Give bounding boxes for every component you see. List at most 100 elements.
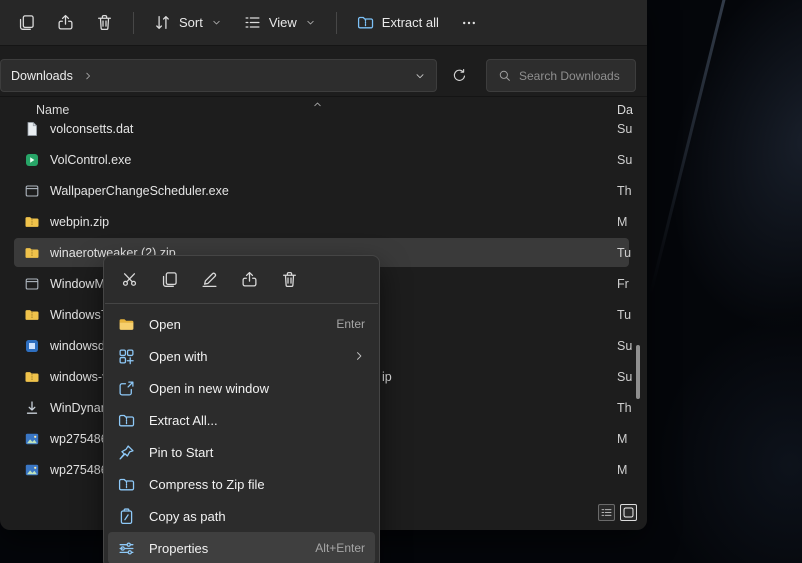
rename-button[interactable] — [190, 263, 228, 295]
address-bar[interactable]: Downloads — [0, 59, 437, 92]
sort-ascending-icon — [312, 99, 323, 110]
menu-item-label: Compress to Zip file — [149, 476, 265, 492]
file-row[interactable]: webpin.zip M — [0, 206, 647, 237]
zip-file-icon — [24, 214, 40, 230]
image-file-icon — [24, 431, 40, 447]
view-options-icon — [244, 14, 261, 31]
scrollbar[interactable] — [636, 345, 640, 399]
search-icon — [498, 69, 511, 82]
share-icon — [57, 14, 74, 31]
file-date-modified: Tu — [617, 307, 632, 322]
search-box[interactable]: Search Downloads — [486, 59, 636, 92]
compress-icon — [118, 476, 135, 493]
delete-icon — [281, 271, 298, 288]
pin-icon — [118, 444, 135, 461]
app-gray-file-icon — [24, 183, 40, 199]
file-row[interactable]: WallpaperChangeScheduler.exe Th — [0, 175, 647, 206]
menu-item-label: Open — [149, 316, 181, 332]
extract-zip-icon — [357, 14, 374, 31]
file-file-icon — [24, 121, 40, 137]
large-icons-view-button[interactable] — [620, 504, 637, 521]
file-date-modified: Su — [617, 338, 633, 353]
file-name: volconsetts.dat — [50, 121, 134, 136]
zip-file-icon — [24, 369, 40, 385]
view-label: View — [268, 15, 297, 30]
copy-path-icon — [118, 507, 135, 525]
menu-item-label: Pin to Start — [149, 444, 214, 460]
divider — [0, 96, 647, 97]
toolbar-separator — [133, 11, 134, 34]
menu-separator — [105, 303, 378, 304]
share-button[interactable] — [47, 6, 84, 40]
app-gray-file-icon — [24, 276, 40, 292]
trash-icon — [96, 14, 113, 31]
copy-icon — [18, 14, 35, 31]
file-row[interactable]: volconsetts.dat Su — [0, 113, 647, 144]
context-menu-item-compress-to-zip-file[interactable]: Compress to Zip file — [108, 468, 375, 500]
delete-button[interactable] — [270, 263, 308, 295]
menu-item-label: Open with — [149, 348, 208, 364]
chevron-down-icon — [211, 17, 222, 28]
file-date-modified: Su — [617, 369, 633, 384]
file-date-modified: Su — [617, 152, 633, 167]
view-button[interactable]: View — [234, 6, 326, 40]
toolbar-separator — [335, 11, 337, 34]
open-with-icon — [118, 348, 135, 365]
details-view-button[interactable] — [598, 504, 615, 521]
file-date-modified: Tu — [617, 245, 632, 260]
new-window-icon — [118, 380, 135, 397]
file-row[interactable]: VolControl.exe Su — [0, 144, 647, 175]
file-name: WallpaperChangeScheduler.exe — [50, 183, 229, 198]
cut-icon — [121, 271, 138, 288]
context-menu: Open Enter Open with Open in new window … — [103, 255, 380, 563]
refresh-icon — [452, 68, 467, 83]
share-icon — [241, 271, 258, 288]
sort-label: Sort — [179, 15, 203, 30]
sort-button[interactable]: Sort — [144, 6, 232, 40]
properties-icon — [118, 540, 135, 557]
command-bar: Sort View Extract all — [0, 0, 647, 46]
menu-item-label: Properties — [149, 540, 209, 556]
file-date-modified: Th — [617, 400, 632, 415]
menu-item-label: Copy as path — [149, 508, 226, 524]
context-menu-item-copy-as-path[interactable]: Copy as path — [108, 500, 375, 532]
menu-item-shortcut: Alt+Enter — [315, 541, 365, 555]
file-name: VolControl.exe — [50, 152, 132, 167]
context-menu-item-properties[interactable]: Properties Alt+Enter — [108, 532, 375, 563]
breadcrumb[interactable]: Downloads — [11, 69, 73, 83]
refresh-button[interactable] — [444, 60, 474, 90]
menu-item-label: Extract All... — [149, 412, 218, 428]
download-file-icon — [24, 400, 40, 416]
sort-arrows-icon — [154, 14, 171, 31]
delete-button[interactable] — [86, 6, 123, 40]
context-menu-items: Open Enter Open with Open in new window … — [104, 308, 379, 563]
file-name: webpin.zip — [50, 214, 110, 229]
app-green-file-icon — [24, 152, 40, 168]
address-row: Downloads Search Downloads — [0, 59, 647, 92]
more-options-button[interactable] — [451, 6, 487, 40]
cut-button[interactable] — [110, 263, 148, 295]
extract-icon — [118, 412, 135, 429]
file-name-tail: ip — [382, 369, 392, 384]
copy-button[interactable] — [8, 6, 45, 40]
context-menu-item-open[interactable]: Open Enter — [108, 308, 375, 340]
context-menu-item-open-with[interactable]: Open with — [108, 340, 375, 372]
context-menu-item-open-in-new-window[interactable]: Open in new window — [108, 372, 375, 404]
chevron-down-icon — [305, 17, 316, 28]
file-date-modified: Fr — [617, 276, 629, 291]
image-file-icon — [24, 462, 40, 478]
copy-button[interactable] — [150, 263, 188, 295]
menu-item-shortcut: Enter — [336, 317, 365, 331]
address-dropdown-icon[interactable] — [414, 70, 426, 82]
file-date-modified: M — [617, 431, 628, 446]
breadcrumb-chevron-icon — [83, 71, 93, 81]
context-menu-item-pin-to-start[interactable]: Pin to Start — [108, 436, 375, 468]
zip-file-icon — [24, 245, 40, 261]
submenu-chevron-icon — [353, 350, 365, 362]
context-menu-item-extract-all[interactable]: Extract All... — [108, 404, 375, 436]
share-button[interactable] — [230, 263, 268, 295]
extract-all-label: Extract all — [381, 15, 439, 30]
file-date-modified: Th — [617, 183, 632, 198]
open-folder-icon — [118, 316, 135, 333]
extract-all-button[interactable]: Extract all — [347, 6, 449, 40]
